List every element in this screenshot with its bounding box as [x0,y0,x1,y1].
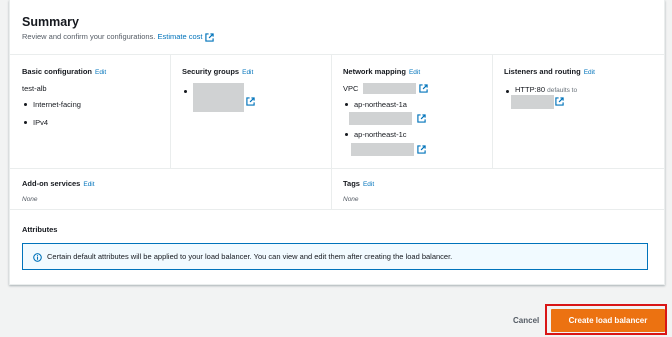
estimate-cost-link[interactable]: Estimate cost [158,32,203,41]
listener-protocol: HTTP:80 defaults to [515,85,577,94]
zone-name: ap-northeast-1a [354,100,407,109]
zone-name: ap-northeast-1c [354,130,407,139]
bullet-icon [345,133,348,136]
add-on-services-edit-link[interactable]: Edit [83,181,94,188]
column-divider [331,54,332,209]
bullet-icon [184,90,187,93]
summary-subtitle: Review and confirm your configurations. … [22,32,214,42]
basic-configuration-heading: Basic configuration Edit [22,67,106,76]
subnet-redacted [349,112,412,125]
cancel-button[interactable]: Cancel [513,316,539,325]
external-link-icon[interactable] [555,97,564,106]
network-mapping-edit-link[interactable]: Edit [409,69,420,76]
tags-heading: Tags Edit [343,179,374,188]
attributes-info-text: Certain default attributes will be appli… [47,252,453,261]
load-balancer-name: test-alb [22,84,47,93]
tags-edit-link[interactable]: Edit [363,181,374,188]
vpc-id-redacted [363,83,416,94]
divider [10,54,664,55]
divider [10,168,664,169]
tags-title: Tags [343,179,360,188]
bullet-icon [24,121,27,124]
vpc-label: VPC [343,84,359,93]
bullet-icon [506,90,509,93]
column-divider [492,54,493,168]
external-link-icon[interactable] [246,97,255,106]
column-divider [170,54,171,168]
summary-panel: Summary Review and confirm your configur… [9,0,665,285]
security-groups-heading: Security groups Edit [182,67,253,76]
summary-title: Summary [22,15,79,29]
add-on-services-title: Add-on services [22,179,81,188]
security-group-redacted [193,83,244,112]
basic-configuration-title: Basic configuration [22,67,93,76]
attributes-heading: Attributes [22,225,58,234]
external-link-icon[interactable] [419,84,428,93]
add-on-services-heading: Add-on services Edit [22,179,95,188]
listener-protocol-value: HTTP:80 [515,85,546,94]
defaults-to-label: defaults to [547,87,578,94]
summary-subtitle-text: Review and confirm your configurations. [22,32,156,41]
target-group-redacted [511,95,554,109]
divider [10,209,664,210]
subnet-redacted [351,143,414,156]
add-on-services-value: None [22,196,38,203]
attributes-info-alert: Certain default attributes will be appli… [22,243,648,270]
network-mapping-heading: Network mapping Edit [343,67,420,76]
create-load-balancer-button[interactable]: Create load balancer [551,309,665,332]
network-mapping-title: Network mapping [343,67,406,76]
bullet-icon [345,103,348,106]
scheme-value: Internet-facing [33,100,81,109]
security-groups-edit-link[interactable]: Edit [242,69,253,76]
listeners-routing-edit-link[interactable]: Edit [584,69,595,76]
tags-value: None [343,196,359,203]
basic-configuration-edit-link[interactable]: Edit [95,69,106,76]
listeners-routing-heading: Listeners and routing Edit [504,67,595,76]
listeners-routing-title: Listeners and routing [504,67,581,76]
external-link-icon[interactable] [417,114,426,123]
external-link-icon[interactable] [204,32,214,42]
security-groups-title: Security groups [182,67,240,76]
bullet-icon [24,103,27,106]
ip-type-value: IPv4 [33,118,49,127]
external-link-icon[interactable] [417,145,426,154]
info-icon [33,253,42,262]
